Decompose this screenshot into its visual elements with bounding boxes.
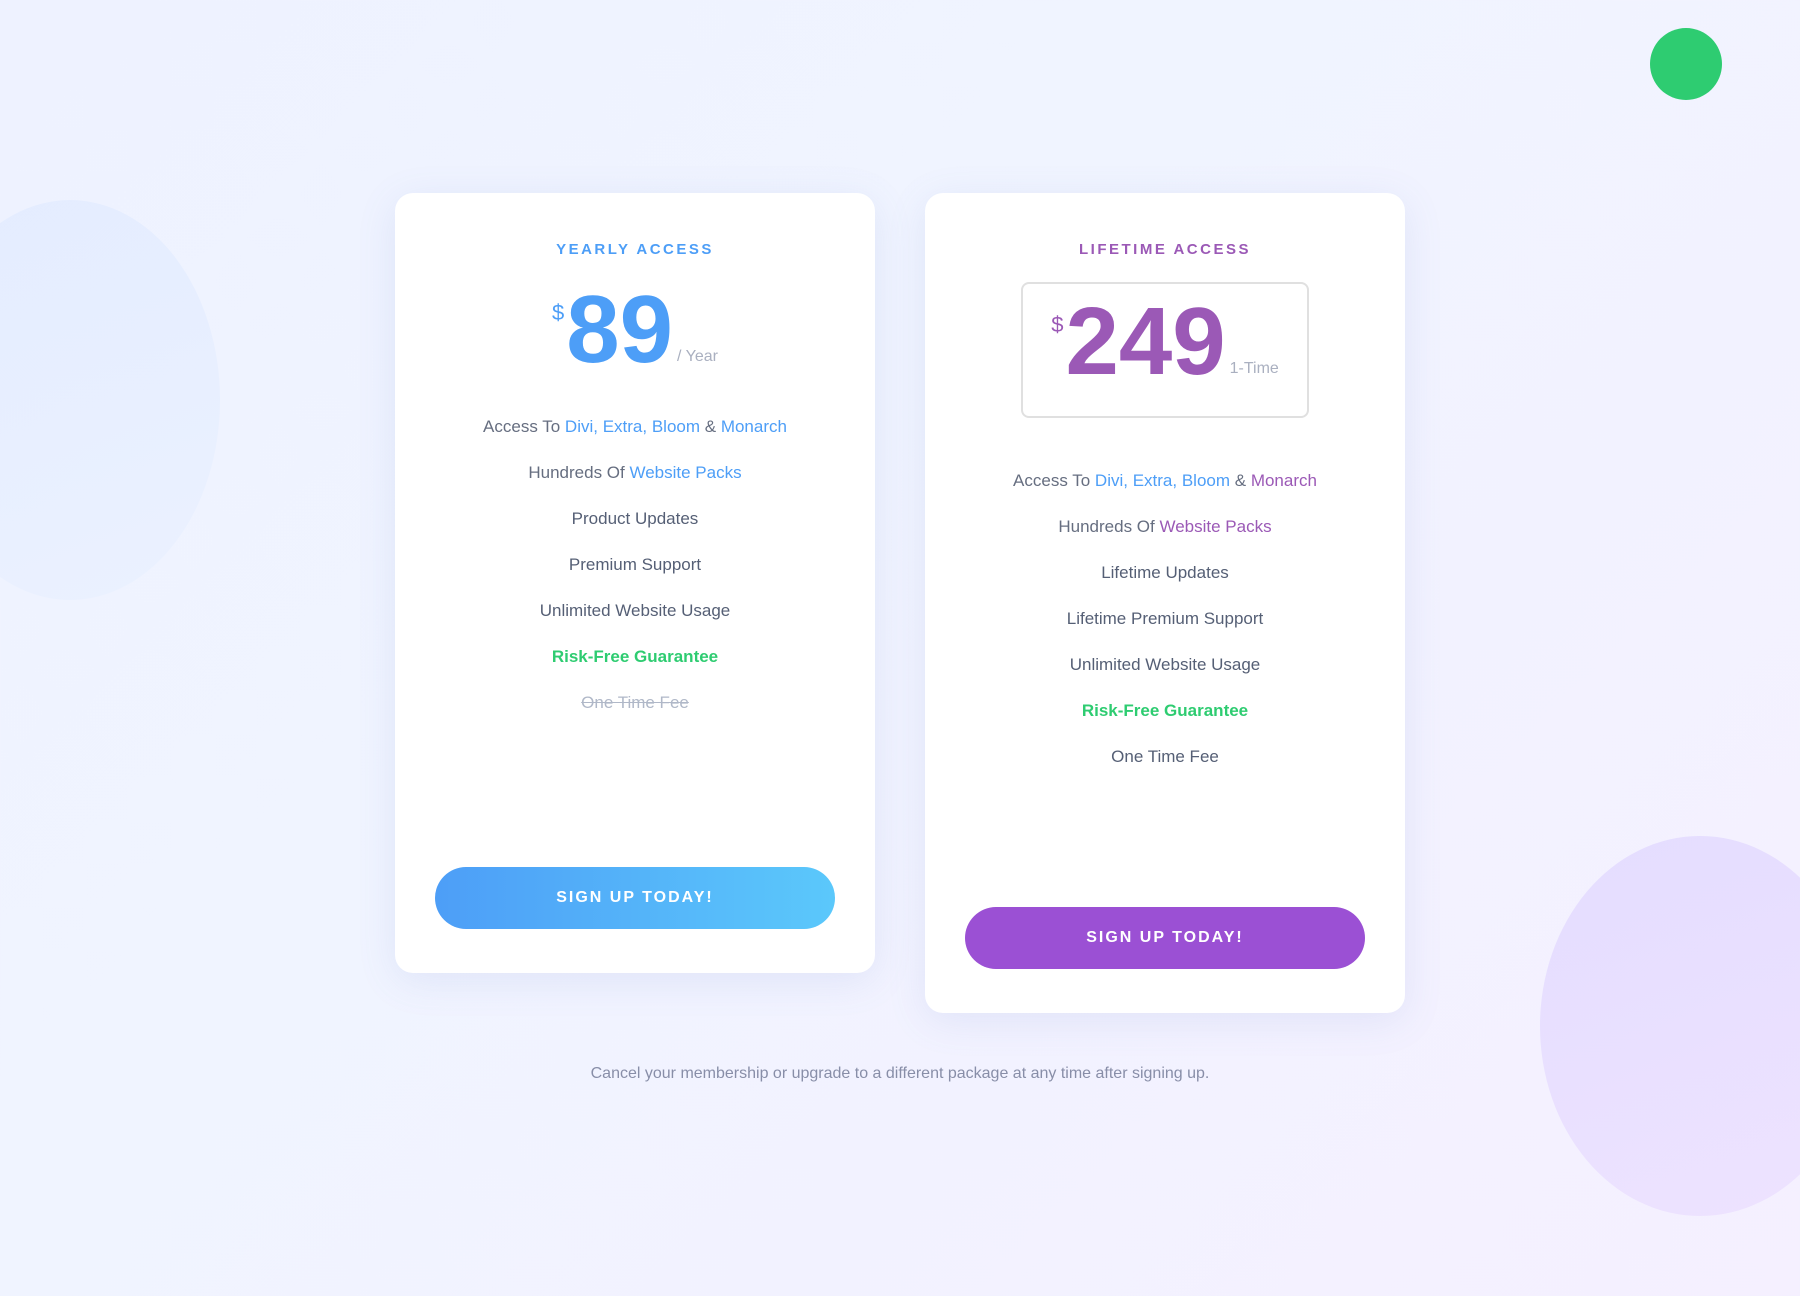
yearly-feature-access: Access To Divi, Extra, Bloom & Monarch (435, 404, 835, 450)
yearly-feature-onetimefee: One Time Fee (435, 680, 835, 726)
yearly-feature-usage: Unlimited Website Usage (435, 588, 835, 634)
lifetime-feature-updates: Lifetime Updates (965, 550, 1365, 596)
lifetime-card: LIFETIME ACCESS $ 249 1-Time Access To D… (925, 193, 1405, 1013)
footer-note: Cancel your membership or upgrade to a d… (591, 1065, 1210, 1083)
lifetime-features-list: Access To Divi, Extra, Bloom & Monarch H… (965, 458, 1365, 780)
yearly-price-display: $ 89 / Year (552, 282, 718, 378)
yearly-plan-title: YEARLY ACCESS (556, 241, 714, 258)
yearly-feature-packs: Hundreds Of Website Packs (435, 450, 835, 496)
yearly-card: YEARLY ACCESS $ 89 / Year Access To Divi… (395, 193, 875, 973)
lifetime-feature-support: Lifetime Premium Support (965, 596, 1365, 642)
lifetime-feature-guarantee: Risk-Free Guarantee (965, 688, 1365, 734)
bg-decoration-right (1540, 836, 1800, 1216)
lifetime-feature-onetimefee: One Time Fee (965, 734, 1365, 780)
yearly-features-list: Access To Divi, Extra, Bloom & Monarch H… (435, 404, 835, 726)
yearly-feature-updates: Product Updates (435, 496, 835, 542)
lifetime-price-bordered: $ 249 1-Time (1021, 282, 1309, 418)
yearly-feature-support: Premium Support (435, 542, 835, 588)
bg-decoration-left (0, 200, 220, 600)
yearly-signup-button[interactable]: SIGN UP TODAY! (435, 867, 835, 929)
bg-dot-top-right (1650, 28, 1722, 100)
lifetime-feature-access: Access To Divi, Extra, Bloom & Monarch (965, 458, 1365, 504)
lifetime-plan-title: LIFETIME ACCESS (1079, 241, 1251, 258)
lifetime-signup-button[interactable]: SIGN UP TODAY! (965, 907, 1365, 969)
lifetime-dollar-sign: $ (1051, 312, 1063, 338)
lifetime-feature-packs: Hundreds Of Website Packs (965, 504, 1365, 550)
lifetime-price-amount: 249 (1065, 294, 1225, 390)
pricing-container: YEARLY ACCESS $ 89 / Year Access To Divi… (395, 193, 1405, 1013)
lifetime-price-suffix: 1-Time (1230, 360, 1279, 378)
yearly-feature-guarantee: Risk-Free Guarantee (435, 634, 835, 680)
yearly-dollar-sign: $ (552, 300, 564, 326)
lifetime-feature-usage: Unlimited Website Usage (965, 642, 1365, 688)
yearly-price-suffix: / Year (677, 348, 718, 366)
yearly-price-amount: 89 (566, 282, 673, 378)
lifetime-price-display: $ 249 1-Time (1051, 294, 1279, 390)
